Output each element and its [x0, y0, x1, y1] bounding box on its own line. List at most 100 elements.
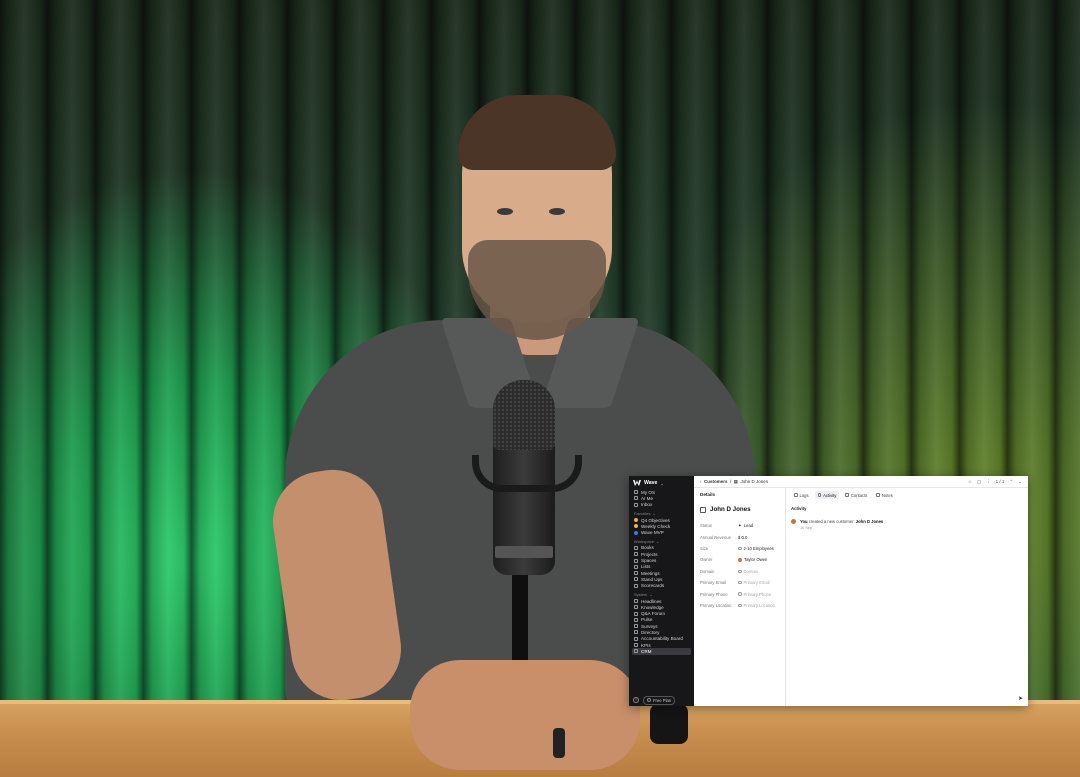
section-label: System [634, 591, 648, 597]
tab-label: Logs [799, 492, 809, 498]
phone-icon [738, 592, 742, 596]
sidebar-item-label: Directory [641, 629, 660, 635]
chevron-down-icon: ⌄ [649, 591, 653, 597]
breadcrumb-customers[interactable]: Customers [704, 479, 728, 484]
sparkle-icon [634, 496, 638, 501]
send-icon[interactable]: ➤ [1018, 695, 1023, 702]
activity-pane: Logs Activity Contacts Notes Activity Yo… [786, 488, 1028, 706]
field-owner[interactable]: Owner Taylor Owen [700, 554, 779, 565]
sidebar-item-label: Q4 Objectives [641, 517, 670, 523]
field-primary-location[interactable]: Primary Location Primary Location [700, 600, 779, 611]
field-label: Primary Location [700, 602, 732, 608]
sidebar-item-label: KPIs [641, 642, 651, 648]
record-name[interactable]: John D Jones [710, 506, 751, 513]
wristwatch [650, 704, 688, 744]
details-panel: Details John D Jones Status ✦ Lead Annual … [694, 488, 786, 706]
system-section-label[interactable]: System ⌄ [629, 589, 694, 598]
field-label: Owner [700, 557, 713, 563]
projects-icon [634, 552, 638, 557]
avatar [738, 557, 742, 562]
more-icon[interactable]: ⋮ [986, 479, 991, 485]
workspace-switcher[interactable]: Wave ⌄ [629, 476, 694, 489]
field-size[interactable]: Size 2-10 Employees [700, 543, 779, 554]
microphone-grille [493, 380, 555, 450]
sidebar-item-directory[interactable]: Directory [632, 629, 691, 635]
sidebar-item-label: Weekly Check [641, 523, 671, 529]
chevron-down-icon: ⌄ [660, 480, 664, 486]
sidebar-item-crm[interactable]: CRM [632, 648, 691, 655]
scorecard-icon [634, 583, 638, 588]
sidebar-item-qa-forum[interactable]: Q&A Forum [632, 610, 691, 616]
free-plan-button[interactable]: Free Plan [643, 695, 676, 705]
phone-placeholder: Primary Phone [743, 591, 772, 597]
field-primary-phone[interactable]: Primary Phone Primary Phone [700, 588, 779, 599]
building-icon [700, 506, 706, 513]
field-value: 2-10 Employees [738, 546, 774, 551]
workspace-section-label[interactable]: Workspace ⌄ [629, 536, 694, 545]
status-value: Lead [743, 523, 754, 529]
crm-icon [634, 649, 638, 654]
record-body: Details John D Jones Status ✦ Lead Annual … [694, 488, 1028, 706]
folder-icon [634, 518, 638, 523]
megaphone-icon [634, 599, 638, 603]
chevron-up-icon[interactable]: ⌃ [1009, 479, 1013, 485]
field-label: Annual Revenue [700, 534, 731, 540]
folder-icon [634, 530, 638, 535]
back-arrow-icon[interactable]: ‹ [700, 479, 702, 484]
workspace-nav: Books Projects Spaces Lists Meetings Sta… [629, 545, 694, 589]
field-annual-revenue[interactable]: Annual Revenue $ 0.0 [700, 531, 779, 542]
sidebar-item-label: Headlines [641, 598, 662, 604]
directory-icon [634, 630, 638, 635]
activity-target[interactable]: John D Jones [856, 519, 883, 524]
building-icon: ▦ [733, 478, 739, 484]
sidebar-item-label: CRM [641, 648, 652, 654]
section-label: Workspace [634, 538, 654, 544]
tab-label: Activity [823, 492, 837, 498]
owner-value: Taylor Owen [744, 557, 768, 563]
size-value: 2-10 Employees [743, 545, 774, 551]
email-placeholder: Primary Email [743, 580, 770, 586]
field-domain[interactable]: Domain Domain [700, 566, 779, 577]
location-icon [738, 603, 742, 608]
sidebar-item-label: Knowledge [641, 604, 664, 610]
sidebar-item-accountability-board[interactable]: Accountability Board [632, 636, 691, 642]
favorites-section-label[interactable]: Favorites ⌄ [629, 508, 694, 517]
activity-icon [817, 493, 822, 497]
field-label: Size [700, 545, 709, 551]
tab-logs[interactable]: Logs [791, 491, 812, 499]
wave-logo-icon [633, 480, 641, 486]
notes-icon [876, 493, 880, 497]
section-label: Favorites [634, 510, 651, 516]
sidebar-item-stand-ups[interactable]: Stand Ups [632, 576, 691, 582]
field-value: Taylor Owen [738, 557, 767, 562]
comment-icon[interactable]: ▢ [977, 479, 981, 485]
sidebar-item-ai-me[interactable]: AI Me [632, 495, 691, 501]
sidebar-item-label: Inbox [641, 502, 653, 508]
board-icon [634, 636, 638, 641]
spaces-icon [634, 558, 638, 563]
sidebar-item-label: Books [641, 545, 654, 551]
tab-notes[interactable]: Notes [873, 491, 895, 499]
tab-contacts[interactable]: Contacts [842, 491, 870, 499]
sidebar-item-label: Scorecards [641, 583, 665, 589]
logs-icon [794, 493, 798, 497]
person-hands [410, 660, 640, 770]
chevron-down-icon: ⌄ [655, 538, 660, 544]
help-icon[interactable]: ? [633, 697, 639, 703]
workspace-name: Wave [644, 480, 658, 486]
person-hair [458, 95, 616, 170]
tab-activity[interactable]: Activity [814, 491, 840, 499]
list-icon [634, 564, 638, 569]
calendar-icon [634, 571, 638, 576]
field-primary-email[interactable]: Primary Email Primary Email [700, 577, 779, 588]
size-icon [738, 546, 742, 551]
plan-icon [647, 698, 651, 702]
field-status[interactable]: Status ✦ Lead [700, 520, 779, 531]
chevron-down-icon[interactable]: ⌄ [1018, 479, 1022, 485]
star-icon[interactable]: ☆ [968, 479, 972, 485]
forum-icon [634, 611, 638, 616]
activity-action: created a new customer: [807, 519, 856, 524]
sidebar-item-label: Pulse [641, 617, 653, 623]
main-panel: ‹ Customers / ▦ John D Jones ☆ ▢ ⋮ 1 / 1… [694, 476, 1028, 706]
sidebar-item-spaces[interactable]: Spaces [632, 557, 691, 563]
